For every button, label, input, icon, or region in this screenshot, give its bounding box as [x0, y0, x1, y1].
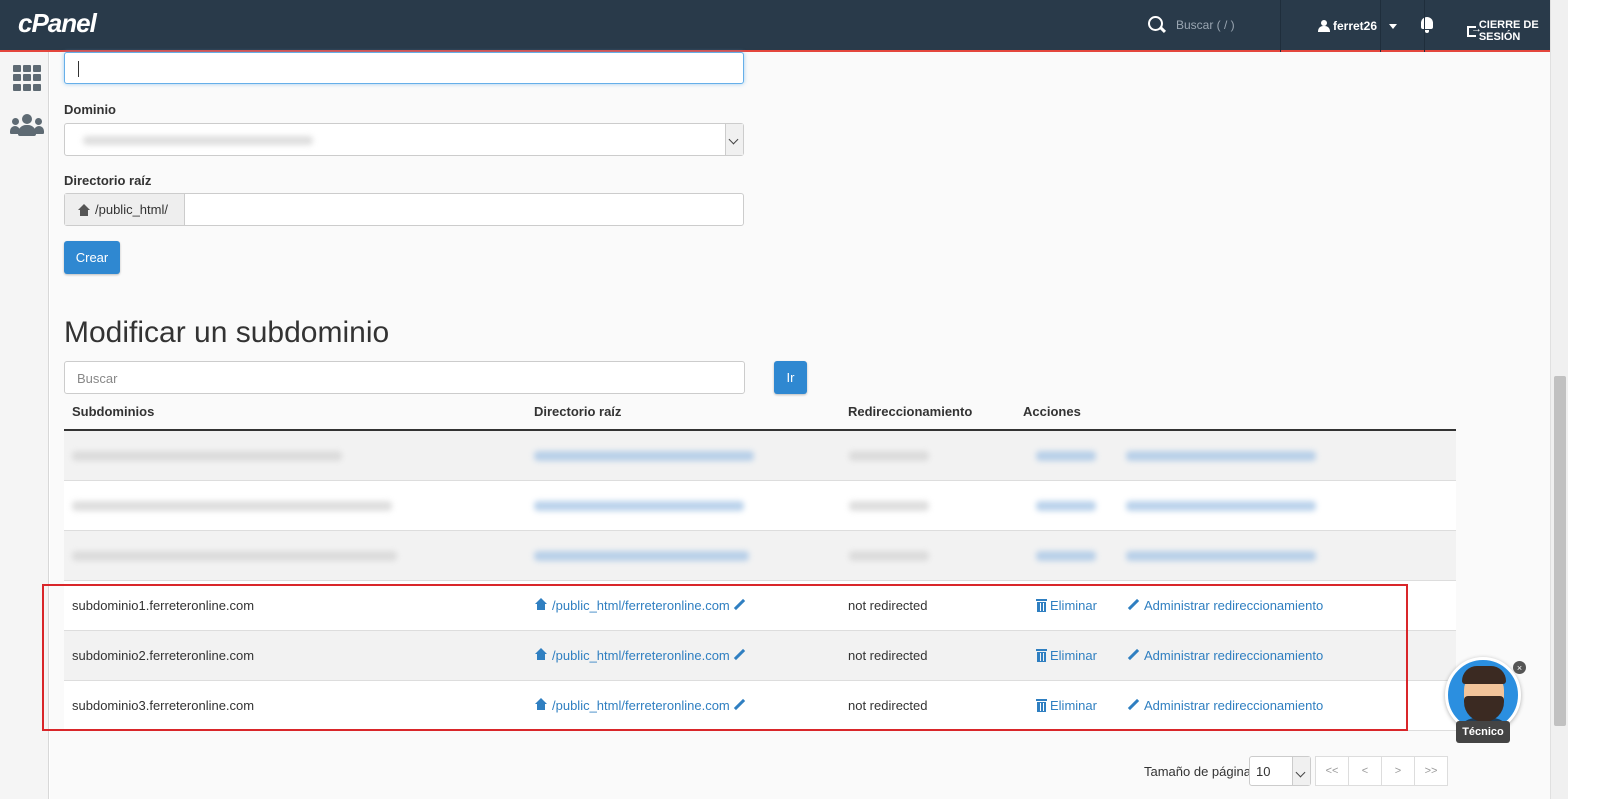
cpanel-logo[interactable]: cPanel — [18, 8, 97, 39]
last-page-button[interactable]: >> — [1414, 756, 1448, 786]
close-icon[interactable]: × — [1513, 661, 1526, 674]
page-size-value: 10 — [1256, 764, 1271, 779]
first-page-button[interactable]: << — [1315, 756, 1349, 786]
search-input[interactable]: Buscar — [64, 361, 745, 394]
divider — [1424, 0, 1425, 52]
root-dir-prefix-text: /public_html/ — [95, 202, 168, 217]
page-size-label: Tamaño de página — [1144, 764, 1251, 779]
table-row — [64, 481, 1456, 531]
users-icon[interactable] — [10, 112, 44, 138]
chevron-down-icon[interactable] — [1292, 757, 1310, 785]
divider — [1380, 0, 1381, 52]
search-placeholder: Buscar — [77, 371, 118, 386]
root-dir-prefix: /public_html/ — [65, 194, 185, 225]
top-search[interactable]: Buscar ( / ) — [1148, 16, 1235, 34]
col-subdomains[interactable]: Subdominios — [72, 404, 154, 419]
user-menu[interactable]: ferret26 — [1318, 19, 1398, 33]
scrollbar[interactable] — [1550, 0, 1568, 799]
top-navbar: cPanel Buscar ( / ) ferret26 CIERRE DE S… — [0, 0, 1550, 52]
next-page-button[interactable]: > — [1381, 756, 1415, 786]
subdomain-input[interactable] — [64, 52, 744, 84]
divider — [1280, 0, 1281, 52]
chevron-down-icon[interactable] — [725, 124, 743, 155]
col-actions: Acciones — [1023, 404, 1081, 419]
table-row — [64, 531, 1456, 581]
root-dir-field[interactable]: /public_html/ — [64, 193, 744, 226]
page-title: Modificar un subdominio — [64, 316, 390, 349]
col-redirect[interactable]: Redireccionamiento — [848, 404, 972, 419]
page-size-select[interactable]: 10 — [1249, 756, 1311, 786]
pagination: << < > >> — [1315, 756, 1448, 786]
domain-select[interactable] — [64, 123, 744, 156]
go-button[interactable]: Ir — [774, 361, 807, 394]
prev-page-button[interactable]: < — [1348, 756, 1382, 786]
domain-label: Dominio — [64, 102, 116, 117]
home-icon — [77, 203, 91, 216]
bell-icon[interactable] — [1420, 17, 1434, 33]
col-root-dir[interactable]: Directorio raíz — [534, 404, 621, 419]
chevron-down-icon — [1389, 23, 1398, 29]
search-icon[interactable] — [1148, 16, 1166, 34]
top-search-placeholder[interactable]: Buscar ( / ) — [1176, 18, 1235, 32]
root-dir-label: Directorio raíz — [64, 173, 152, 188]
logout-icon — [1467, 23, 1482, 37]
support-label[interactable]: Técnico — [1456, 721, 1510, 743]
user-icon — [1318, 20, 1330, 32]
scroll-thumb[interactable] — [1554, 376, 1566, 726]
username: ferret26 — [1333, 19, 1378, 33]
highlight-box — [42, 584, 1408, 731]
blurred-domain — [83, 136, 313, 145]
logout-label: CIERRE DE SESIÓN — [1478, 19, 1539, 43]
text-cursor — [78, 61, 79, 77]
apps-grid-icon[interactable] — [13, 65, 41, 91]
table-row — [64, 431, 1456, 481]
logout-button[interactable]: CIERRE DE SESIÓN — [1467, 19, 1550, 43]
create-button[interactable]: Crear — [64, 241, 120, 274]
